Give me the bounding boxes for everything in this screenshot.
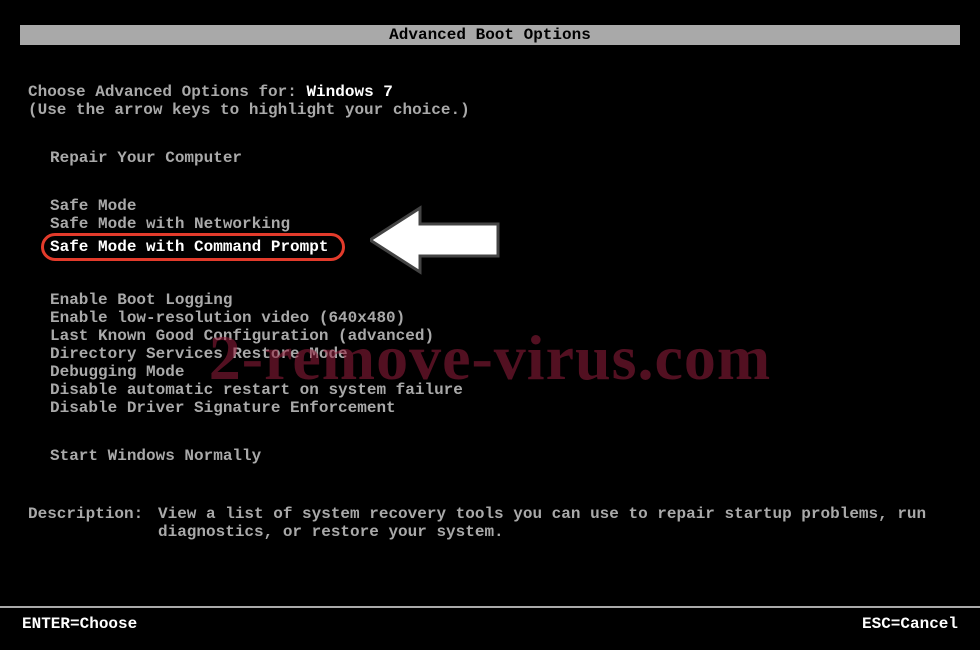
title-bar: Advanced Boot Options <box>20 25 960 45</box>
selected-option[interactable]: Safe Mode with Command Prompt <box>41 233 345 261</box>
boot-option[interactable]: Repair Your Computer <box>50 149 952 167</box>
callout-arrow-icon <box>370 200 500 280</box>
footer-enter[interactable]: ENTER=Choose <box>22 608 137 640</box>
boot-option[interactable]: Directory Services Restore Mode <box>50 345 952 363</box>
content-area: Choose Advanced Options for: Windows 7 (… <box>0 45 980 541</box>
boot-option[interactable]: Enable low-resolution video (640x480) <box>50 309 952 327</box>
os-name: Windows 7 <box>306 83 392 101</box>
description-label: Description: <box>28 505 158 541</box>
description-text: View a list of system recovery tools you… <box>158 505 952 541</box>
boot-option[interactable]: Safe Mode <box>50 197 952 215</box>
boot-option[interactable]: Disable Driver Signature Enforcement <box>50 399 952 417</box>
options-list: Repair Your Computer Safe ModeSafe Mode … <box>50 149 952 465</box>
description-block: Description: View a list of system recov… <box>28 505 952 541</box>
boot-option[interactable]: Debugging Mode <box>50 363 952 381</box>
footer-bar: ENTER=Choose ESC=Cancel <box>0 606 980 640</box>
footer-esc[interactable]: ESC=Cancel <box>862 608 958 640</box>
choose-prefix: Choose Advanced Options for: <box>28 83 306 101</box>
instruction-line: (Use the arrow keys to highlight your ch… <box>28 101 952 119</box>
boot-option[interactable]: Disable automatic restart on system fail… <box>50 381 952 399</box>
boot-option[interactable]: Safe Mode with Networking <box>50 215 952 233</box>
choose-line: Choose Advanced Options for: Windows 7 <box>28 83 952 101</box>
boot-screen: Advanced Boot Options Choose Advanced Op… <box>0 0 980 650</box>
boot-option[interactable]: Last Known Good Configuration (advanced) <box>50 327 952 345</box>
boot-option[interactable]: Enable Boot Logging <box>50 291 952 309</box>
boot-option[interactable]: Safe Mode with Command Prompt <box>50 233 952 261</box>
boot-option[interactable]: Start Windows Normally <box>50 447 952 465</box>
